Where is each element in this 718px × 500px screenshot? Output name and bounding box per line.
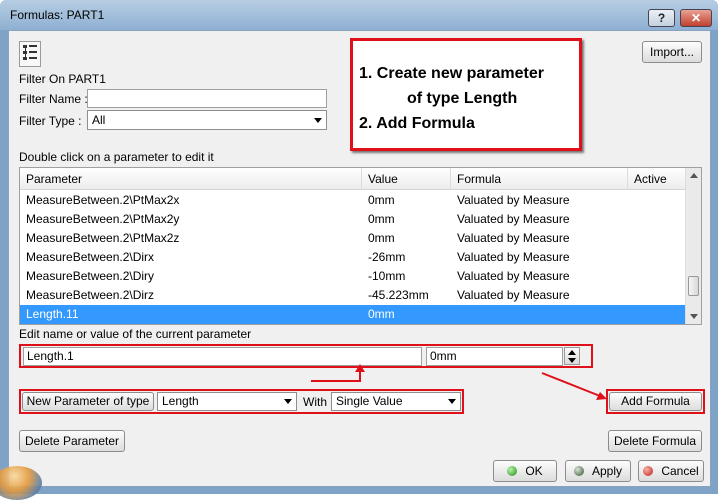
- dialog-body: Import... Filter On PART1 Filter Name : …: [8, 30, 711, 487]
- filter-name-input[interactable]: [87, 89, 327, 108]
- cancel-icon: [643, 466, 654, 476]
- parameter-cell: MeasureBetween.2\PtMax2z: [26, 231, 180, 245]
- instruction-callout: 1. Create new parameter of type Length 2…: [350, 38, 582, 151]
- value-cell: 0mm: [368, 212, 395, 226]
- parameter-name-input[interactable]: Length.1: [23, 347, 422, 366]
- scroll-down-arrow-icon[interactable]: [690, 314, 698, 319]
- table-row[interactable]: MeasureBetween.2\PtMax2y 0mm Valuated by…: [20, 210, 686, 229]
- chevron-down-icon: [448, 399, 456, 404]
- active-cell: [628, 248, 634, 267]
- table-header: Parameter Value Formula Active: [20, 168, 686, 190]
- parameter-table[interactable]: Parameter Value Formula Active MeasureBe…: [19, 167, 702, 325]
- active-cell: [628, 305, 634, 324]
- formulas-dialog: Formulas: PART1 ? ✕ Import... Filter On …: [0, 0, 718, 500]
- table-row[interactable]: MeasureBetween.2\PtMax2z 0mm Valuated by…: [20, 229, 686, 248]
- value-cell: 0mm: [368, 307, 395, 321]
- parameter-type-value: Length: [162, 394, 199, 408]
- callout-line-2: of type Length: [407, 90, 518, 107]
- filter-type-value: All: [92, 113, 106, 127]
- with-label: With: [303, 395, 327, 409]
- table-scrollbar[interactable]: [685, 168, 701, 324]
- add-formula-button[interactable]: Add Formula: [609, 392, 702, 411]
- parameter-cell: Length.11: [26, 307, 79, 321]
- callout-line-3: 2. Add Formula: [359, 115, 475, 132]
- column-header-value[interactable]: Value: [362, 168, 451, 190]
- delete-parameter-button[interactable]: Delete Parameter: [19, 430, 125, 452]
- title-bar[interactable]: Formulas: PART1 ? ✕: [0, 0, 718, 30]
- active-cell: [628, 210, 634, 229]
- column-header-parameter[interactable]: Parameter: [20, 168, 362, 190]
- formula-cell: Valuated by Measure: [457, 231, 570, 245]
- close-button[interactable]: ✕: [680, 9, 712, 27]
- ok-icon: [507, 466, 518, 476]
- app-logo-icon: [0, 466, 42, 500]
- parameter-cell: MeasureBetween.2\Dirz: [26, 288, 155, 302]
- table-row[interactable]: MeasureBetween.2\Diry -10mm Valuated by …: [20, 267, 686, 286]
- apply-icon: [573, 466, 584, 476]
- scroll-up-arrow-icon[interactable]: [690, 173, 698, 178]
- delete-formula-button[interactable]: Delete Formula: [608, 430, 702, 452]
- value-kind-select[interactable]: Single Value: [331, 392, 461, 411]
- table-row[interactable]: MeasureBetween.2\Dirz -45.223mm Valuated…: [20, 286, 686, 305]
- value-cell: -10mm: [368, 269, 406, 283]
- formula-cell: [451, 305, 457, 324]
- value-cell: 0mm: [368, 193, 395, 207]
- chevron-down-icon: [314, 118, 322, 123]
- help-button[interactable]: ?: [648, 9, 675, 27]
- ok-label: OK: [525, 464, 543, 478]
- value-cell: -26mm: [368, 250, 406, 264]
- formula-cell: Valuated by Measure: [457, 212, 570, 226]
- formula-cell: Valuated by Measure: [457, 288, 570, 302]
- import-button[interactable]: Import...: [642, 41, 702, 63]
- value-spinner[interactable]: [564, 347, 580, 365]
- new-parameter-button[interactable]: New Parameter of type: [22, 392, 154, 411]
- ok-button[interactable]: OK: [493, 460, 557, 482]
- parameter-cell: MeasureBetween.2\PtMax2y: [26, 212, 180, 226]
- formula-cell: Valuated by Measure: [457, 193, 570, 207]
- value-cell: 0mm: [368, 231, 395, 245]
- parameter-cell: MeasureBetween.2\Dirx: [26, 250, 155, 264]
- value-cell: -45.223mm: [368, 288, 429, 302]
- parameter-cell: MeasureBetween.2\PtMax2x: [26, 193, 180, 207]
- parameter-cell: MeasureBetween.2\Diry: [26, 269, 155, 283]
- value-kind-value: Single Value: [336, 394, 403, 408]
- apply-label: Apply: [591, 464, 623, 478]
- active-cell: [628, 267, 634, 286]
- formula-tree-icon[interactable]: [19, 41, 41, 67]
- window-title: Formulas: PART1: [10, 8, 105, 22]
- table-row-selected[interactable]: Length.11 0mm: [20, 305, 686, 324]
- column-header-active[interactable]: Active: [628, 168, 686, 190]
- parameter-type-select[interactable]: Length: [157, 392, 297, 411]
- apply-button[interactable]: Apply: [565, 460, 631, 482]
- edit-label: Edit name or value of the current parame…: [19, 327, 252, 341]
- callout-line-1: 1. Create new parameter: [359, 65, 544, 82]
- filter-on-label: Filter On PART1: [19, 72, 106, 86]
- filter-type-label: Filter Type :: [19, 114, 82, 128]
- filter-name-label: Filter Name :: [19, 92, 88, 106]
- active-cell: [628, 229, 634, 248]
- chevron-down-icon: [284, 399, 292, 404]
- parameter-value-input[interactable]: 0mm: [426, 347, 563, 366]
- spin-up-icon[interactable]: [568, 350, 576, 355]
- formula-cell: Valuated by Measure: [457, 269, 570, 283]
- active-cell: [628, 286, 634, 305]
- table-row[interactable]: MeasureBetween.2\PtMax2x 0mm Valuated by…: [20, 191, 686, 210]
- cancel-label: Cancel: [661, 464, 699, 478]
- spin-down-icon[interactable]: [568, 358, 576, 363]
- active-cell: [628, 191, 634, 210]
- filter-type-select[interactable]: All: [87, 110, 327, 130]
- table-row[interactable]: MeasureBetween.2\Dirx -26mm Valuated by …: [20, 248, 686, 267]
- column-header-formula[interactable]: Formula: [451, 168, 628, 190]
- table-caption: Double click on a parameter to edit it: [19, 150, 214, 164]
- formula-cell: Valuated by Measure: [457, 250, 570, 264]
- cancel-button[interactable]: Cancel: [638, 460, 704, 482]
- scroll-thumb[interactable]: [688, 276, 699, 296]
